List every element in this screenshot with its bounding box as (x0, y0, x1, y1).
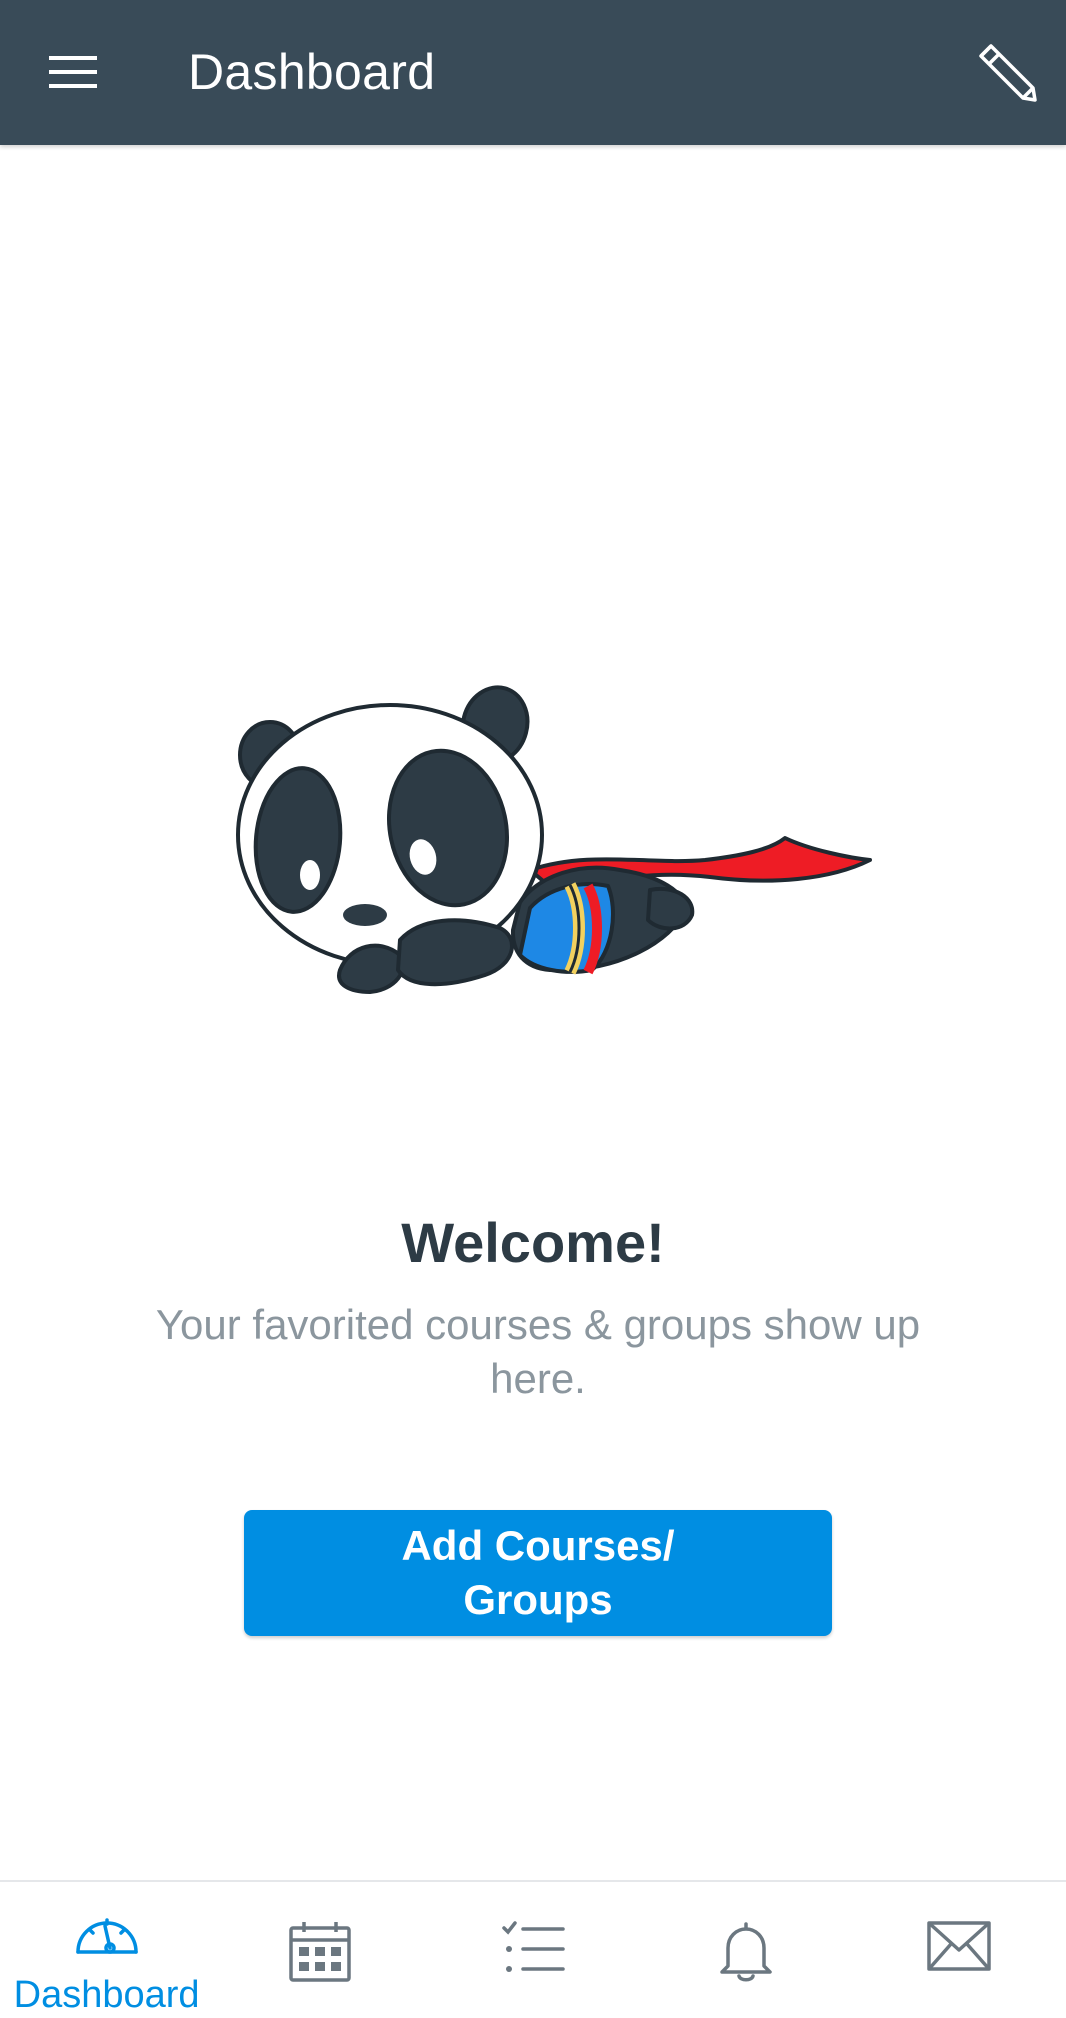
dashboard-gauge-icon (75, 1918, 138, 1954)
welcome-subtitle: Your favorited courses & groups show up … (155, 1301, 921, 1402)
top-app-bar: Dashboard (0, 0, 1066, 145)
tab-dashboard[interactable]: Dashboard (0, 1882, 213, 2018)
panda-illustration (236, 685, 872, 994)
welcome-heading: Welcome! (401, 1211, 665, 1274)
tab-calendar[interactable] (213, 1882, 426, 2018)
tab-inbox[interactable] (853, 1882, 1066, 2018)
add-courses-groups-button[interactable]: Add Courses/ Groups (244, 1510, 832, 1636)
app-screen: Dashboard Welcome! Your favorited course… (0, 0, 1066, 2018)
add-button-label: Add Courses/ Groups (401, 1522, 675, 1623)
pencil-icon (979, 44, 1037, 102)
tab-dashboard-label: Dashboard (13, 1974, 200, 2016)
tab-notifications[interactable] (640, 1882, 853, 2018)
page-title: Dashboard (188, 44, 436, 100)
mail-icon (927, 1921, 992, 1971)
tab-todo[interactable] (426, 1882, 639, 2018)
bottom-navigation: Dashboard (0, 1880, 1066, 2018)
edit-dashboard-button[interactable] (962, 32, 1052, 112)
hamburger-menu-icon (49, 56, 97, 88)
bell-icon (720, 1922, 772, 1982)
todo-list-icon (502, 1921, 565, 1972)
calendar-icon (289, 1922, 351, 1982)
menu-button[interactable] (28, 32, 118, 112)
